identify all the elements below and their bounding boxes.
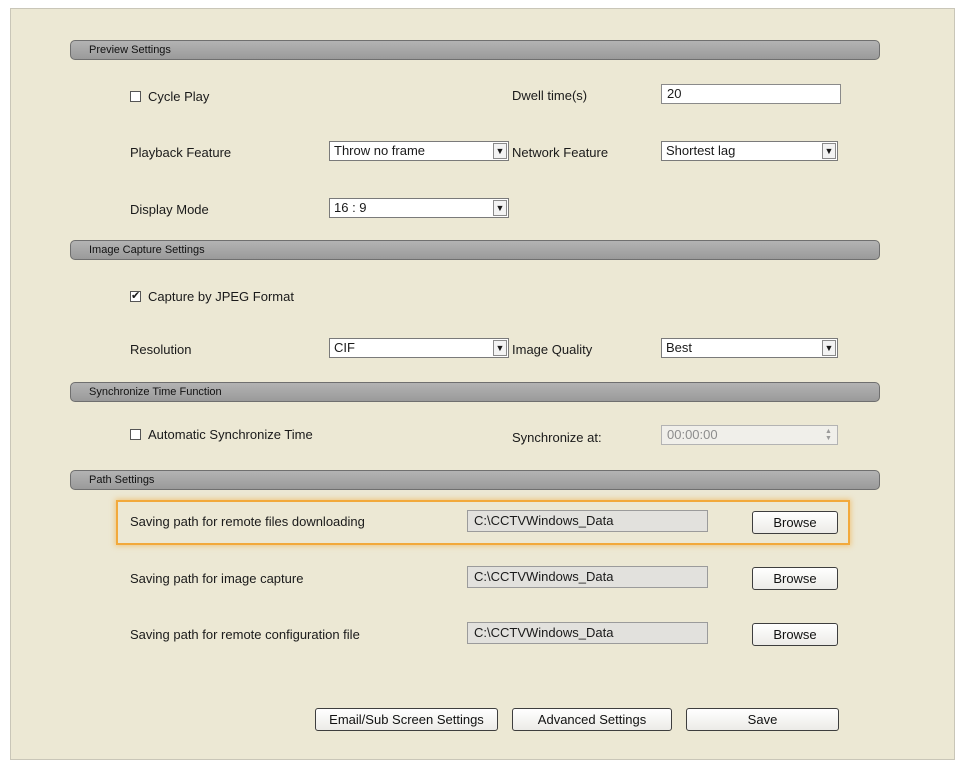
path-field-remote-config[interactable]: C:\CCTVWindows_Data [467,622,708,644]
chevron-down-icon[interactable]: ▼ [822,340,836,356]
synchronize-at-value: 00:00:00 [667,427,718,442]
path-label-remote-files: Saving path for remote files downloading [130,514,365,529]
network-feature-label: Network Feature [512,145,609,160]
display-mode-value: 16 : 9 [334,200,367,215]
cycle-play-label: Cycle Play [148,88,210,104]
auto-sync-label: Automatic Synchronize Time [148,426,313,442]
resolution-label: Resolution [130,342,192,357]
auto-sync-checkbox[interactable]: Automatic Synchronize Time [130,426,313,442]
cycle-play-checkbox[interactable]: Cycle Play [130,88,209,104]
path-label-remote-config: Saving path for remote configuration fil… [130,627,360,642]
playback-feature-label: Playback Feature [130,145,232,160]
browse-button-image-capture[interactable]: Browse [752,567,838,590]
chevron-down-icon[interactable]: ▼ [822,143,836,159]
path-label-image-capture: Saving path for image capture [130,571,304,586]
section-header-sync-time: Synchronize Time Function [70,382,880,402]
email-sub-screen-settings-button[interactable]: Email/Sub Screen Settings [315,708,498,731]
section-header-path: Path Settings [70,470,880,490]
spinner-icon: ▲ ▼ [825,428,832,442]
dwell-time-label: Dwell time(s) [512,88,588,103]
section-header-image-capture: Image Capture Settings [70,240,880,260]
auto-sync-check-box[interactable] [130,428,141,440]
chevron-down-icon[interactable]: ▼ [493,143,507,159]
jpeg-format-checkbox[interactable]: ✔ Capture by JPEG Format [130,288,294,304]
network-feature-select[interactable]: Shortest lag ▼ [661,141,838,161]
browse-button-remote-config[interactable]: Browse [752,623,838,646]
resolution-value: CIF [334,340,355,355]
path-field-image-capture[interactable]: C:\CCTVWindows_Data [467,566,708,588]
section-header-preview: Preview Settings [70,40,880,60]
chevron-down-icon[interactable]: ▼ [493,200,507,216]
synchronize-at-time-field: 00:00:00 ▲ ▼ [661,425,838,445]
network-feature-value: Shortest lag [666,143,736,158]
save-button[interactable]: Save [686,708,839,731]
display-mode-label: Display Mode [130,202,209,217]
display-mode-select[interactable]: 16 : 9 ▼ [329,198,509,218]
advanced-settings-button[interactable]: Advanced Settings [512,708,672,731]
playback-feature-select[interactable]: Throw no frame ▼ [329,141,509,161]
browse-button-remote-files[interactable]: Browse [752,511,838,534]
synchronize-at-label: Synchronize at: [512,430,602,445]
dwell-time-input[interactable]: 20 [661,84,841,104]
resolution-select[interactable]: CIF ▼ [329,338,509,358]
jpeg-format-check-box[interactable]: ✔ [130,290,141,302]
image-quality-label: Image Quality [512,342,593,357]
cycle-play-check-box[interactable] [130,90,141,102]
chevron-down-icon[interactable]: ▼ [493,340,507,356]
jpeg-format-label: Capture by JPEG Format [148,288,294,304]
image-quality-value: Best [666,340,693,355]
playback-feature-value: Throw no frame [334,143,426,158]
image-quality-select[interactable]: Best ▼ [661,338,838,358]
path-field-remote-files[interactable]: C:\CCTVWindows_Data [467,510,708,532]
